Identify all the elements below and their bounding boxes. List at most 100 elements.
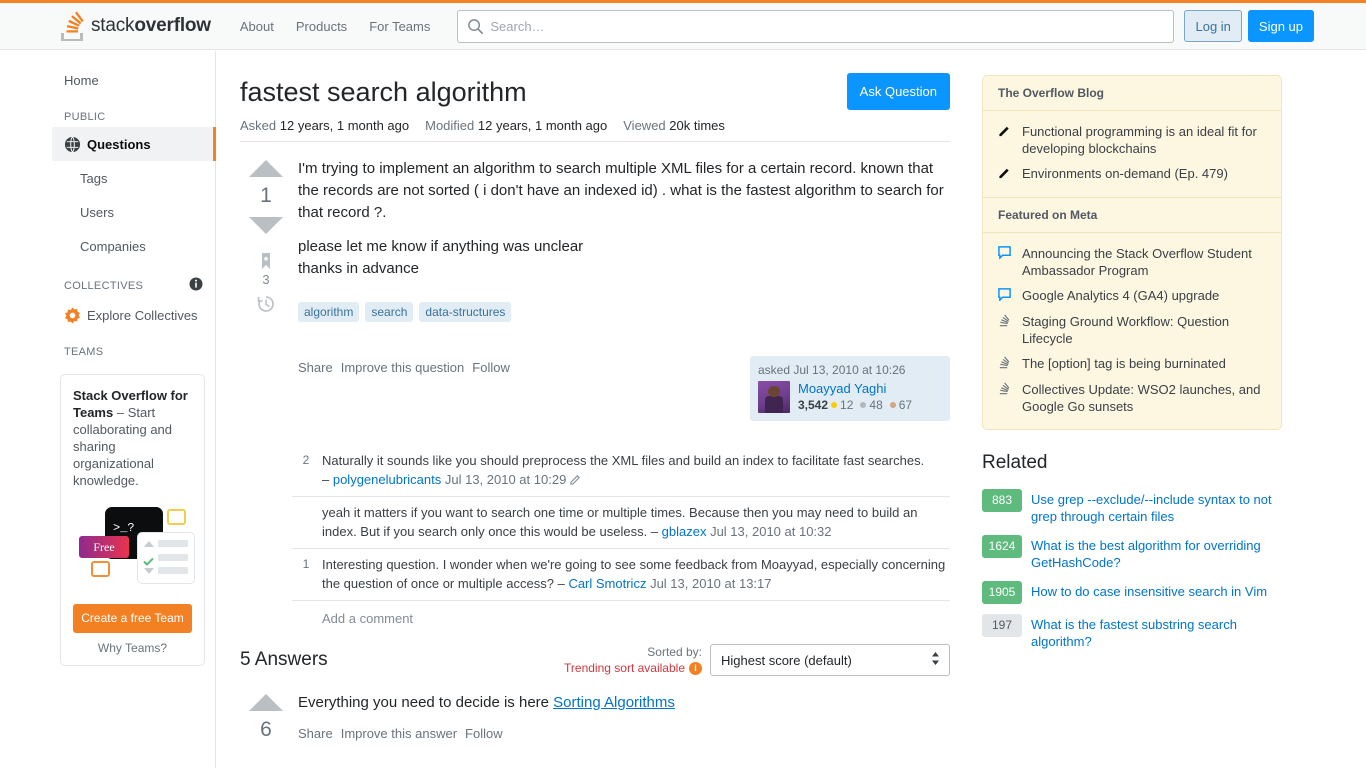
viewed-stat: Viewed 20k times (623, 118, 725, 133)
comment-author-link[interactable]: gblazex (662, 524, 707, 539)
sidebar-item-label: Tags (80, 170, 108, 186)
sorting-algorithms-link[interactable]: Sorting Algorithms (553, 694, 675, 711)
related-score-badge: 883 (982, 489, 1022, 512)
signup-button[interactable]: Sign up (1247, 10, 1314, 42)
blog-item[interactable]: Functional programming is an ideal fit f… (998, 119, 1266, 161)
answers-header: 5 Answers Sorted by: Trending sort avail… (240, 644, 950, 680)
speech-bubble-icon (998, 287, 1013, 305)
vote-score: 1 (260, 184, 272, 207)
related-question-link[interactable]: Use grep --exclude/--include syntax to n… (1031, 489, 1282, 525)
meta-item[interactable]: Announcing the Stack Overflow Student Am… (998, 241, 1266, 283)
upvote-icon[interactable] (249, 160, 283, 177)
tag-data-structures[interactable]: data-structures (419, 302, 512, 322)
question-vote-column: 1 3 (240, 158, 292, 421)
meta-item[interactable]: Google Analytics 4 (GA4) upgrade (998, 283, 1266, 309)
comment-author-link[interactable]: polygenelubricants (333, 472, 441, 487)
answer-vote-score: 6 (260, 718, 272, 741)
stackoverflow-logo[interactable]: stackoverflow (52, 3, 219, 50)
sidebar-item-label: Users (80, 204, 114, 220)
asked-timestamp: asked Jul 13, 2010 at 10:26 (758, 363, 906, 377)
related-question-link[interactable]: What is the best algorithm for overridin… (1031, 535, 1282, 571)
related-item[interactable]: 197 What is the fastest substring search… (982, 609, 1282, 655)
avatar[interactable] (758, 381, 790, 413)
tag-search[interactable]: search (365, 302, 414, 322)
related-item[interactable]: 1905 How to do case insensitive search i… (982, 576, 1282, 609)
featured-on-meta-title: Featured on Meta (983, 198, 1281, 233)
login-button[interactable]: Log in (1184, 10, 1242, 42)
sidebar-item-users[interactable]: Users (52, 195, 215, 229)
reputation-value: 3,542 (798, 398, 829, 412)
info-icon[interactable] (189, 277, 203, 294)
sidebar-item-questions[interactable]: Questions (52, 127, 216, 161)
meta-item-label: Google Analytics 4 (GA4) upgrade (1022, 288, 1220, 303)
history-icon[interactable] (257, 295, 275, 313)
blog-item[interactable]: Environments on-demand (Ep. 479) (998, 161, 1266, 187)
upvote-icon[interactable] (249, 694, 283, 711)
teams-promo-illustration: >_? Free (73, 499, 195, 594)
related-question-link[interactable]: How to do case insensitive search in Vim (1031, 581, 1267, 600)
add-comment-link[interactable]: Add a comment (292, 600, 950, 626)
answer-body-cell: Everything you need to decide is here So… (292, 692, 950, 745)
pencil-icon (998, 123, 1013, 157)
nav-about[interactable]: About (229, 3, 285, 50)
question-comments: 2 Naturally it sounds like you should pr… (240, 445, 950, 626)
meta-item[interactable]: Collectives Update: WSO2 launches, and G… (998, 377, 1266, 419)
why-teams-link[interactable]: Why Teams? (73, 641, 192, 655)
question-paragraph-2: please let me know if anything was uncle… (298, 238, 584, 255)
gold-badge-count: 12 (840, 398, 854, 412)
sidebar-item-explore-collectives[interactable]: Explore Collectives (52, 298, 215, 332)
sidebar-item-tags[interactable]: Tags (52, 161, 215, 195)
related-question-link[interactable]: What is the fastest substring search alg… (1031, 614, 1282, 650)
nav-products[interactable]: Products (285, 3, 358, 50)
sort-select-value: Highest score (default) (721, 652, 852, 668)
info-icon[interactable]: i (689, 661, 702, 675)
follow-link[interactable]: Follow (472, 360, 510, 375)
sidebar-heading-collectives: COLLECTIVES (52, 263, 215, 298)
comment-author-link[interactable]: Carl Smotricz (568, 576, 646, 591)
answer-text-prefix: Everything you need to decide is here (298, 694, 554, 711)
downvote-icon[interactable] (249, 217, 283, 234)
gold-badge-icon (831, 402, 838, 408)
search-placeholder: Search… (490, 18, 545, 34)
edit-comment-icon[interactable] (570, 471, 581, 485)
tag-algorithm[interactable]: algorithm (298, 302, 360, 322)
search-input[interactable]: Search… (457, 9, 1175, 43)
sort-select[interactable]: Highest score (default) (710, 644, 950, 676)
answer-body: Everything you need to decide is here So… (298, 692, 950, 714)
sidebar-widget: The Overflow Blog Functional programming… (982, 75, 1282, 430)
create-free-team-button[interactable]: Create a free Team (73, 604, 192, 633)
answer-follow-link[interactable]: Follow (465, 726, 503, 741)
meta-item[interactable]: Staging Ground Workflow: Question Lifecy… (998, 309, 1266, 351)
question-owner-card: asked Jul 13, 2010 at 10:26 Moayyad Yagh… (750, 356, 950, 421)
sidebar-item-companies[interactable]: Companies (52, 229, 215, 263)
related-item[interactable]: 883 Use grep --exclude/--include syntax … (982, 484, 1282, 530)
speech-bubble-icon (998, 245, 1013, 279)
bookmark-icon[interactable] (257, 252, 275, 270)
nav-for-teams[interactable]: For Teams (358, 3, 441, 50)
question-paragraph-1: I'm trying to implement an algorithm to … (298, 160, 944, 221)
comment-timestamp: Jul 13, 2010 at 10:32 (706, 524, 832, 539)
meta-item-label: Staging Ground Workflow: Question Lifecy… (1022, 314, 1230, 346)
share-link[interactable]: Share (298, 360, 333, 375)
stacks-icon (998, 313, 1013, 347)
chat-bubble-yellow-icon (167, 509, 186, 525)
improve-answer-link[interactable]: Improve this answer (341, 726, 457, 741)
overflow-blog-list: Functional programming is an ideal fit f… (983, 111, 1281, 198)
site-header: stackoverflow About Products For Teams S… (0, 3, 1366, 50)
logo-text: stackoverflow (91, 15, 211, 36)
related-item[interactable]: 1624 What is the best algorithm for over… (982, 530, 1282, 576)
meta-item[interactable]: The [option] tag is being burninated (998, 351, 1266, 377)
stacks-icon (998, 381, 1013, 415)
ask-question-button[interactable]: Ask Question (846, 73, 950, 110)
answer-share-link[interactable]: Share (298, 726, 333, 741)
trending-sort-notice[interactable]: Trending sort available i (564, 661, 702, 675)
sidebar-item-home[interactable]: Home (52, 63, 215, 97)
stacks-icon (998, 355, 1013, 373)
improve-question-link[interactable]: Improve this question (341, 360, 465, 375)
user-name-link[interactable]: Moayyad Yaghi (798, 381, 916, 396)
comment-body: Naturally it sounds like you should prep… (320, 451, 950, 489)
related-score-badge: 1905 (982, 581, 1022, 604)
comment-score: 2 (302, 453, 310, 467)
free-badge: Free (79, 536, 129, 558)
chat-bubble-orange-icon (91, 561, 110, 577)
